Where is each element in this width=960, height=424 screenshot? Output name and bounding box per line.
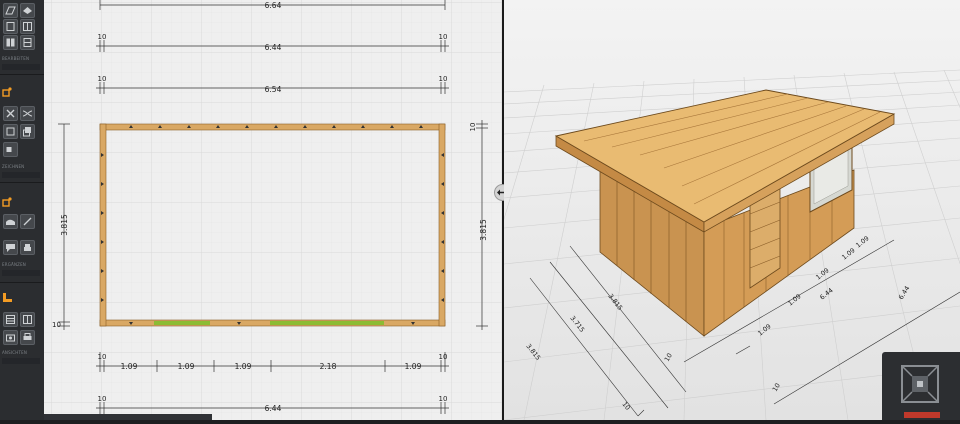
dim-bottom-offset-right: 10	[439, 353, 448, 361]
dim-top-inner: 6.44	[265, 43, 282, 52]
split-view-button[interactable]	[20, 312, 35, 327]
dim-bottom-offset-left: 10	[98, 353, 107, 361]
close-icon	[6, 109, 15, 118]
dim-middle: 6.54	[265, 85, 282, 94]
dim-right-top-offset: 10	[469, 123, 477, 132]
dim-segment-1: 1.09	[121, 362, 138, 371]
door-opening-1[interactable]	[154, 321, 210, 325]
dim-top-total: 6.64	[265, 1, 282, 10]
dim-left-bottom-offset: 10	[52, 321, 61, 329]
view-tool-icon[interactable]	[2, 292, 13, 303]
toolbar-divider	[2, 358, 40, 364]
dim-left-height: 3.815	[60, 214, 69, 236]
dim-bottom-total: 6.44	[265, 404, 282, 413]
floor-plan-canvas[interactable]: 6.64 10 10 6.44 10 10 6.54 3.815 3.815 1…	[44, 0, 502, 420]
toolbar-section-label: ERGÄNZEN	[2, 262, 26, 267]
camera-view-button[interactable]	[3, 330, 18, 345]
dim-segment-2: 1.09	[178, 362, 195, 371]
line-icon	[23, 217, 32, 226]
dim-mid-offset-left: 10	[98, 75, 107, 83]
toolbar-separator	[0, 74, 44, 75]
furniture-icon	[24, 244, 31, 251]
toolbar-divider	[2, 172, 40, 178]
camera-icon	[6, 334, 15, 342]
corner-tool-icon[interactable]	[2, 86, 13, 97]
toolbar-separator	[0, 182, 44, 183]
door-icon	[6, 38, 15, 47]
print-view-button[interactable]	[20, 330, 35, 345]
toolbar-section-label: BEARBEITEN	[2, 56, 30, 61]
copy-tool-button[interactable]	[3, 124, 18, 139]
paste-icon	[23, 127, 31, 137]
dim-segment-3: 1.09	[235, 362, 252, 371]
delete-tool-button[interactable]	[3, 106, 18, 121]
floor-tool-button[interactable]	[3, 3, 18, 18]
tool-palette: BEARBEITEN ZEICHNEN ERGÄNZEN ANSICHTEN	[0, 0, 45, 420]
roof-tool-button[interactable]	[20, 3, 35, 18]
comment-tool-button[interactable]	[3, 240, 18, 255]
compass-icon[interactable]	[882, 352, 960, 420]
toolbar-section-label: ANSICHTEN	[2, 350, 28, 355]
dim-mid-offset-right: 10	[439, 75, 448, 83]
line-tool-button[interactable]	[20, 214, 35, 229]
split-view-icon	[23, 315, 32, 324]
window-tool-button[interactable]	[20, 19, 35, 34]
paste-tool-button[interactable]	[20, 124, 35, 139]
floor-icon	[5, 6, 16, 15]
door-tool-button[interactable]	[3, 35, 18, 50]
floor-plan-view[interactable]: 6.64 10 10 6.44 10 10 6.54 3.815 3.815 1…	[44, 0, 502, 420]
toolbar-section-label: ZEICHNEN	[2, 164, 25, 169]
extend-tool-icon[interactable]	[2, 196, 13, 207]
dim-segment-4: 2.18	[320, 362, 337, 371]
list-icon	[6, 315, 15, 324]
split-icon	[22, 110, 33, 117]
dim-top-offset-left: 10	[98, 33, 107, 41]
dim-top-offset-right: 10	[439, 33, 448, 41]
dim-bottom-offset-right-2: 10	[439, 395, 448, 403]
panel-tool-button[interactable]	[20, 35, 35, 50]
dim-right-height: 3.815	[479, 219, 488, 241]
door-opening-2[interactable]	[270, 321, 384, 325]
wall-tool-button[interactable]	[3, 19, 18, 34]
group-tool-button[interactable]	[3, 142, 18, 157]
list-view-button[interactable]	[3, 312, 18, 327]
app-window: BEARBEITEN ZEICHNEN ERGÄNZEN ANSICHTEN 6…	[0, 0, 960, 420]
toolbar-divider	[2, 270, 40, 276]
print-icon	[23, 333, 32, 340]
status-strip	[44, 414, 212, 420]
copy-icon	[6, 127, 15, 136]
dim-segment-5: 1.09	[405, 362, 422, 371]
furniture-tool-button[interactable]	[20, 240, 35, 255]
dim-bottom-offset-left-2: 10	[98, 395, 107, 403]
navigation-cube[interactable]	[882, 352, 960, 420]
toolbar-divider	[2, 64, 40, 70]
comment-icon	[6, 244, 15, 252]
toolbar-separator	[0, 282, 44, 283]
window-icon	[23, 22, 32, 31]
split-tool-button[interactable]	[20, 106, 35, 121]
panel-icon	[23, 38, 32, 47]
plan-grid	[44, 0, 502, 420]
terrain-icon	[6, 219, 15, 225]
terrain-tool-button[interactable]	[3, 214, 18, 229]
wall-icon	[6, 22, 15, 31]
group-icon	[6, 147, 12, 152]
roof-icon	[23, 7, 32, 14]
